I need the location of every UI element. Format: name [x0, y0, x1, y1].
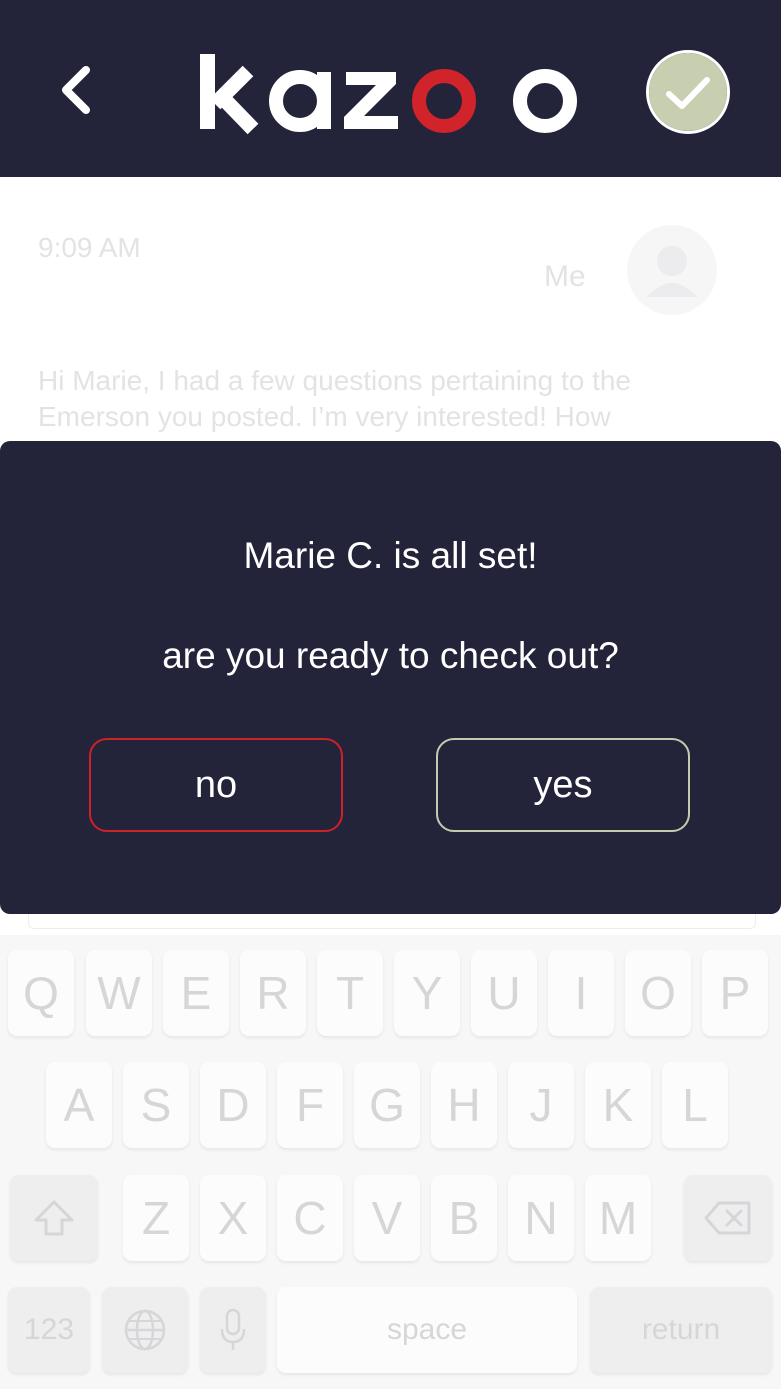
- globe-icon: [124, 1309, 166, 1351]
- app-header: [0, 0, 781, 177]
- key-m[interactable]: M: [585, 1175, 651, 1261]
- dialog-question: are you ready to check out?: [162, 635, 619, 676]
- space-key[interactable]: space: [277, 1287, 577, 1373]
- avatar: [627, 225, 717, 315]
- key-p[interactable]: P: [702, 950, 768, 1036]
- return-key[interactable]: return: [590, 1287, 772, 1373]
- kazoo-logo: [200, 54, 577, 135]
- no-button[interactable]: no: [89, 738, 343, 832]
- message-timestamp: 9:09 AM: [38, 232, 141, 263]
- key-j[interactable]: J: [508, 1062, 574, 1148]
- key-e[interactable]: E: [163, 950, 229, 1036]
- key-d[interactable]: D: [200, 1062, 266, 1148]
- key-h[interactable]: H: [431, 1062, 497, 1148]
- key-b[interactable]: B: [431, 1175, 497, 1261]
- delete-key[interactable]: [684, 1175, 772, 1261]
- key-z[interactable]: Z: [123, 1175, 189, 1261]
- on-screen-keyboard: Q W E R T Y U I O P A S D F G H J K L Z …: [0, 935, 781, 1389]
- shift-key[interactable]: [10, 1175, 98, 1261]
- back-button[interactable]: [52, 60, 106, 120]
- key-n[interactable]: N: [508, 1175, 574, 1261]
- checkmark-icon: [649, 53, 727, 131]
- key-g[interactable]: G: [354, 1062, 420, 1148]
- key-f[interactable]: F: [277, 1062, 343, 1148]
- chevron-left-icon: [62, 66, 90, 114]
- key-q[interactable]: Q: [8, 950, 74, 1036]
- user-avatar-icon: [647, 246, 697, 297]
- key-v[interactable]: V: [354, 1175, 420, 1261]
- key-x[interactable]: X: [200, 1175, 266, 1261]
- key-w[interactable]: W: [86, 950, 152, 1036]
- message-text: Hi Marie, I had a few questions pertaini…: [38, 365, 632, 432]
- key-k[interactable]: K: [585, 1062, 651, 1148]
- key-y[interactable]: Y: [394, 950, 460, 1036]
- key-a[interactable]: A: [46, 1062, 112, 1148]
- microphone-key[interactable]: [200, 1287, 266, 1373]
- numbers-key[interactable]: 123: [8, 1287, 90, 1373]
- key-s[interactable]: S: [123, 1062, 189, 1148]
- checkout-dialog: Marie C. is all set! are you ready to ch…: [0, 441, 781, 914]
- sender-name: Me: [544, 260, 586, 293]
- key-r[interactable]: R: [240, 950, 306, 1036]
- globe-key[interactable]: [102, 1287, 188, 1373]
- key-o[interactable]: O: [625, 950, 691, 1036]
- backspace-icon: [704, 1201, 751, 1235]
- dialog-title: Marie C. is all set!: [243, 535, 538, 576]
- key-l[interactable]: L: [662, 1062, 728, 1148]
- key-c[interactable]: C: [277, 1175, 343, 1261]
- key-t[interactable]: T: [317, 950, 383, 1036]
- confirm-check-button[interactable]: [646, 50, 730, 134]
- microphone-icon: [220, 1308, 246, 1350]
- shift-arrow-icon: [34, 1200, 74, 1236]
- yes-button[interactable]: yes: [436, 738, 690, 832]
- key-u[interactable]: U: [471, 950, 537, 1036]
- key-i[interactable]: I: [548, 950, 614, 1036]
